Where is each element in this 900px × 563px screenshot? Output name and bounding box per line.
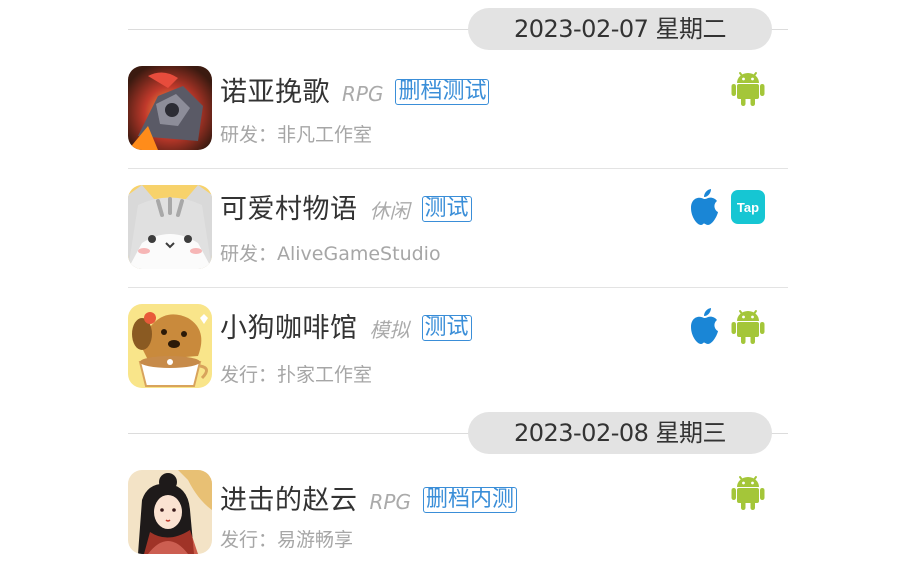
test-type-badge: 删档测试 <box>395 79 490 105</box>
test-type-badge: 删档内测 <box>422 487 517 513</box>
platform-icons <box>730 68 766 108</box>
game-genre: RPG <box>342 82 384 106</box>
android-icon[interactable] <box>730 68 766 108</box>
game-genre: 模拟 <box>369 318 410 342</box>
developer-label: 研发：非凡工作室 <box>220 124 373 146</box>
platform-icons: Tap <box>686 187 766 227</box>
game-row[interactable]: 诺亚挽歌 RPG 删档测试 研发：非凡工作室 <box>128 0 788 169</box>
android-icon[interactable] <box>730 472 766 512</box>
platform-icons <box>730 472 766 512</box>
apple-icon[interactable] <box>686 187 722 227</box>
taptap-icon[interactable]: Tap <box>730 187 766 227</box>
game-thumbnail[interactable] <box>128 185 212 269</box>
developer-label: 发行：扑家工作室 <box>220 364 373 386</box>
apple-icon[interactable] <box>686 306 722 346</box>
game-row[interactable]: 可爱村物语 休闲 测试 研发：AliveGameStudio Tap <box>128 169 788 288</box>
game-thumbnail[interactable] <box>128 470 212 554</box>
game-title[interactable]: 小狗咖啡馆 <box>220 306 358 345</box>
title-row: 进击的赵云 RPG 删档内测 <box>220 478 517 518</box>
title-row: 小狗咖啡馆 模拟 测试 <box>220 306 472 346</box>
game-thumbnail[interactable] <box>128 304 212 388</box>
game-genre: 休闲 <box>369 199 410 223</box>
taptap-label: Tap <box>731 190 765 224</box>
test-type-badge: 测试 <box>421 315 472 341</box>
platform-icons <box>686 306 766 346</box>
game-title[interactable]: 可爱村物语 <box>220 187 358 226</box>
title-row: 可爱村物语 休闲 测试 <box>220 187 472 227</box>
developer-label: 研发：AliveGameStudio <box>220 243 441 265</box>
game-title[interactable]: 诺亚挽歌 <box>220 70 330 109</box>
test-type-badge: 测试 <box>421 196 472 222</box>
game-row[interactable]: 小狗咖啡馆 模拟 测试 发行：扑家工作室 <box>128 288 788 408</box>
title-row: 诺亚挽歌 RPG 删档测试 <box>220 70 490 110</box>
developer-label: 发行：易游畅享 <box>220 529 354 551</box>
game-genre: RPG <box>369 490 411 514</box>
game-title[interactable]: 进击的赵云 <box>220 478 358 517</box>
android-icon[interactable] <box>730 306 766 346</box>
game-row[interactable]: 进击的赵云 RPG 删档内测 发行：易游畅享 <box>128 404 788 563</box>
game-thumbnail[interactable] <box>128 66 212 150</box>
